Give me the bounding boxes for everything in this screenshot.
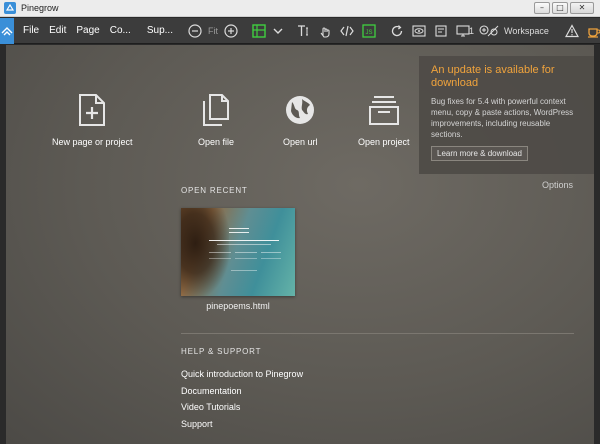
minimize-button[interactable]: – (534, 2, 550, 14)
js-tool-button[interactable]: JS (358, 18, 380, 44)
window-titlebar: Pinegrow – □ ✕ (0, 0, 600, 17)
menu-edit[interactable]: Edit (44, 18, 71, 44)
options-link[interactable]: Options (542, 180, 573, 190)
update-body-text: Bug fixes for 5.4 with powerful context … (431, 97, 574, 139)
thumbnail-line (231, 270, 257, 271)
workspace-button[interactable] (474, 18, 500, 44)
warnings-button[interactable] (561, 18, 583, 44)
thumbnail-line (209, 252, 231, 253)
multi-page-button[interactable] (430, 18, 452, 44)
text-cursor-icon (297, 24, 308, 36)
preview-button[interactable] (408, 18, 430, 44)
thumbnail-line (209, 258, 231, 259)
thumbnail-line (261, 252, 281, 253)
zoom-out-button[interactable] (184, 18, 206, 44)
thumbnail-line (235, 258, 257, 259)
menu-page[interactable]: Page (71, 18, 104, 44)
open-project-icon (368, 96, 399, 125)
thumbnail-line (229, 232, 249, 233)
menu-support[interactable]: Sup... (142, 18, 178, 44)
update-notification-panel: An update is available for download Bug … (419, 56, 594, 174)
grid-icon (252, 23, 266, 38)
zoom-in-icon (224, 23, 238, 38)
section-divider (181, 333, 574, 334)
close-window-button[interactable]: ✕ (570, 2, 594, 14)
open-url-action[interactable]: Open url (283, 93, 318, 147)
workspace-label[interactable]: Workspace (500, 26, 555, 36)
welcome-screen: New page or project Open file Open url O… (6, 45, 594, 444)
menu-co[interactable]: Co... (105, 18, 136, 44)
open-file-action[interactable]: Open file (198, 93, 234, 147)
svg-text:JS: JS (365, 30, 372, 36)
refresh-button[interactable] (386, 18, 408, 44)
eye-icon (412, 24, 426, 37)
window-title: Pinegrow (21, 3, 59, 13)
hand-pointer-icon (320, 26, 330, 38)
zoom-in-button[interactable] (220, 18, 242, 44)
zoom-out-icon (188, 23, 202, 38)
window-controls: – □ ✕ (534, 2, 594, 14)
thumbnail-line (209, 240, 279, 241)
coffee-cup-icon (587, 27, 600, 38)
devices-icon (456, 24, 470, 37)
menu-file[interactable]: File (18, 18, 44, 44)
recent-item-thumbnail[interactable] (181, 208, 295, 296)
thumbnail-line (217, 244, 271, 245)
new-page-action[interactable]: New page or project (52, 93, 133, 147)
documentation-link[interactable]: Documentation (181, 386, 242, 396)
main-toolbar: File Edit Page Co... Sup... Fit JS 1 Wor… (0, 17, 600, 44)
refresh-icon (391, 24, 403, 36)
workspace-icon (479, 24, 499, 36)
open-project-action[interactable]: Open project (358, 93, 410, 147)
pinegrow-app-icon (4, 2, 16, 14)
warning-icon (564, 23, 579, 37)
maximize-button[interactable]: □ (552, 2, 568, 14)
help-support-heading: HELP & SUPPORT (181, 347, 262, 356)
new-document-icon (79, 94, 106, 126)
break-coffee-button[interactable] (583, 18, 600, 44)
thumbnail-line (229, 228, 249, 229)
zoom-fit-label[interactable]: Fit (206, 26, 220, 36)
open-file-icon (203, 94, 230, 126)
device-dropdown-button[interactable] (270, 18, 286, 44)
chevron-down-icon (273, 28, 283, 34)
interact-tool-button[interactable] (314, 18, 336, 44)
new-page-label: New page or project (52, 137, 133, 147)
text-tool-button[interactable] (292, 18, 314, 44)
pages-icon (435, 24, 447, 37)
recent-item-filename[interactable]: pinepoems.html (181, 301, 295, 311)
open-url-label: Open url (283, 137, 318, 147)
quick-intro-link[interactable]: Quick introduction to Pinegrow (181, 369, 303, 379)
pinegrow-logo-button[interactable] (0, 17, 14, 44)
js-icon: JS (362, 23, 376, 38)
thumbnail-line (235, 252, 257, 253)
pinegrow-logo-icon (1, 26, 13, 35)
globe-icon (286, 96, 315, 124)
grid-layout-button[interactable] (248, 18, 270, 44)
open-project-label: Open project (358, 137, 410, 147)
thumbnail-line (261, 258, 281, 259)
support-link[interactable]: Support (181, 419, 213, 429)
video-tutorials-link[interactable]: Video Tutorials (181, 402, 240, 412)
update-heading: An update is available for download (431, 64, 555, 89)
code-icon (340, 25, 354, 36)
open-recent-heading: OPEN RECENT (181, 186, 248, 195)
learn-more-button[interactable]: Learn more & download (431, 146, 528, 161)
code-view-button[interactable] (336, 18, 358, 44)
open-file-label: Open file (198, 137, 235, 147)
